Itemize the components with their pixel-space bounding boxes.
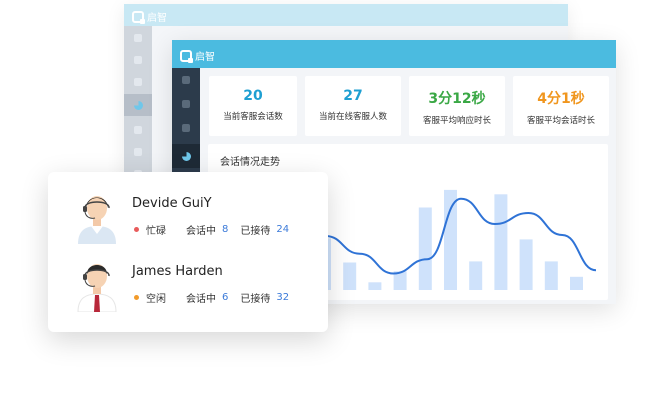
in-session-count: 8 [222,224,229,235]
stat-card-online-agents: 27 当前在线客服人数 [305,76,401,136]
stat-label: 当前在线客服人数 [318,112,387,122]
chart-bar [343,262,357,290]
agent-meta: 忙碌 会话中 8 已接待 24 [134,222,289,237]
sidebar-item-2-icon[interactable] [134,56,142,64]
stat-card-sessions: 20 当前客服会话数 [209,76,297,136]
sidebar-item-5-icon[interactable] [134,126,142,134]
agent-status: 空闲 [146,294,166,305]
sidebar-item-3-icon[interactable] [134,78,142,86]
in-session-label: 会话中 [186,226,216,237]
window-titlebar: 启智 [124,4,568,26]
received-label: 已接待 [240,294,271,305]
chart-bar [570,276,583,290]
agent-row[interactable]: James Harden 空闲 会话中 6 已接待 32 [48,248,328,318]
window-titlebar: 启智 [172,40,616,68]
agent-status: 忙碌 [146,226,166,237]
received-label: 已接待 [240,226,271,237]
chart-bar [418,207,432,290]
logo-icon [132,10,145,24]
stat-label: 客服平均会话时长 [526,116,595,126]
in-session-label: 会话中 [186,294,216,305]
logo-text: 启智 [195,52,215,63]
chart-bar [368,282,382,290]
status-dot-icon [134,227,139,232]
male-agent-avatar-icon [77,264,117,312]
stat-label: 当前客服会话数 [223,112,283,122]
chart-bar [444,189,457,290]
app-logo: 启智 [132,9,167,24]
sidebar-item-3-icon[interactable] [182,124,190,132]
chart-bar [519,239,533,290]
app-logo: 启智 [180,48,215,63]
in-session-count: 6 [222,292,229,303]
sidebar-item-1-icon[interactable] [134,34,142,42]
sidebar-item-2-icon[interactable] [182,100,190,108]
chart-bar [494,194,508,290]
pie-chart-icon [182,152,191,161]
chart-bar [469,261,483,290]
sidebar-item-6-icon[interactable] [134,148,142,156]
received-count: 24 [276,224,290,235]
status-dot-icon [134,295,139,300]
female-agent-avatar-icon [78,196,116,244]
stat-card-session-duration: 4分1秒 客服平均会话时长 [513,76,609,136]
stat-label: 客服平均响应时长 [422,116,491,126]
agent-name: Devide GuiY [132,196,212,211]
agent-meta: 空闲 会话中 6 已接待 32 [134,290,289,305]
sidebar-item-active[interactable] [124,94,152,116]
stat-value: 20 [243,88,263,104]
sidebar-item-active[interactable] [172,144,200,168]
chart-bar [544,261,558,290]
stat-value: 3分12秒 [428,91,486,107]
agent-status-card: Devide GuiY 忙碌 会话中 8 已接待 24 James Harden… [48,172,328,332]
stat-value: 4分1秒 [537,91,585,107]
agent-name: James Harden [132,264,223,279]
logo-text: 启智 [147,13,167,24]
stat-value: 27 [343,88,363,104]
sidebar-item-1-icon[interactable] [182,76,190,84]
agent-row[interactable]: Devide GuiY 忙碌 会话中 8 已接待 24 [48,180,328,250]
received-count: 32 [276,292,290,303]
logo-icon [180,49,193,63]
pie-chart-icon [134,101,143,110]
stat-card-response-time: 3分12秒 客服平均响应时长 [409,76,505,136]
